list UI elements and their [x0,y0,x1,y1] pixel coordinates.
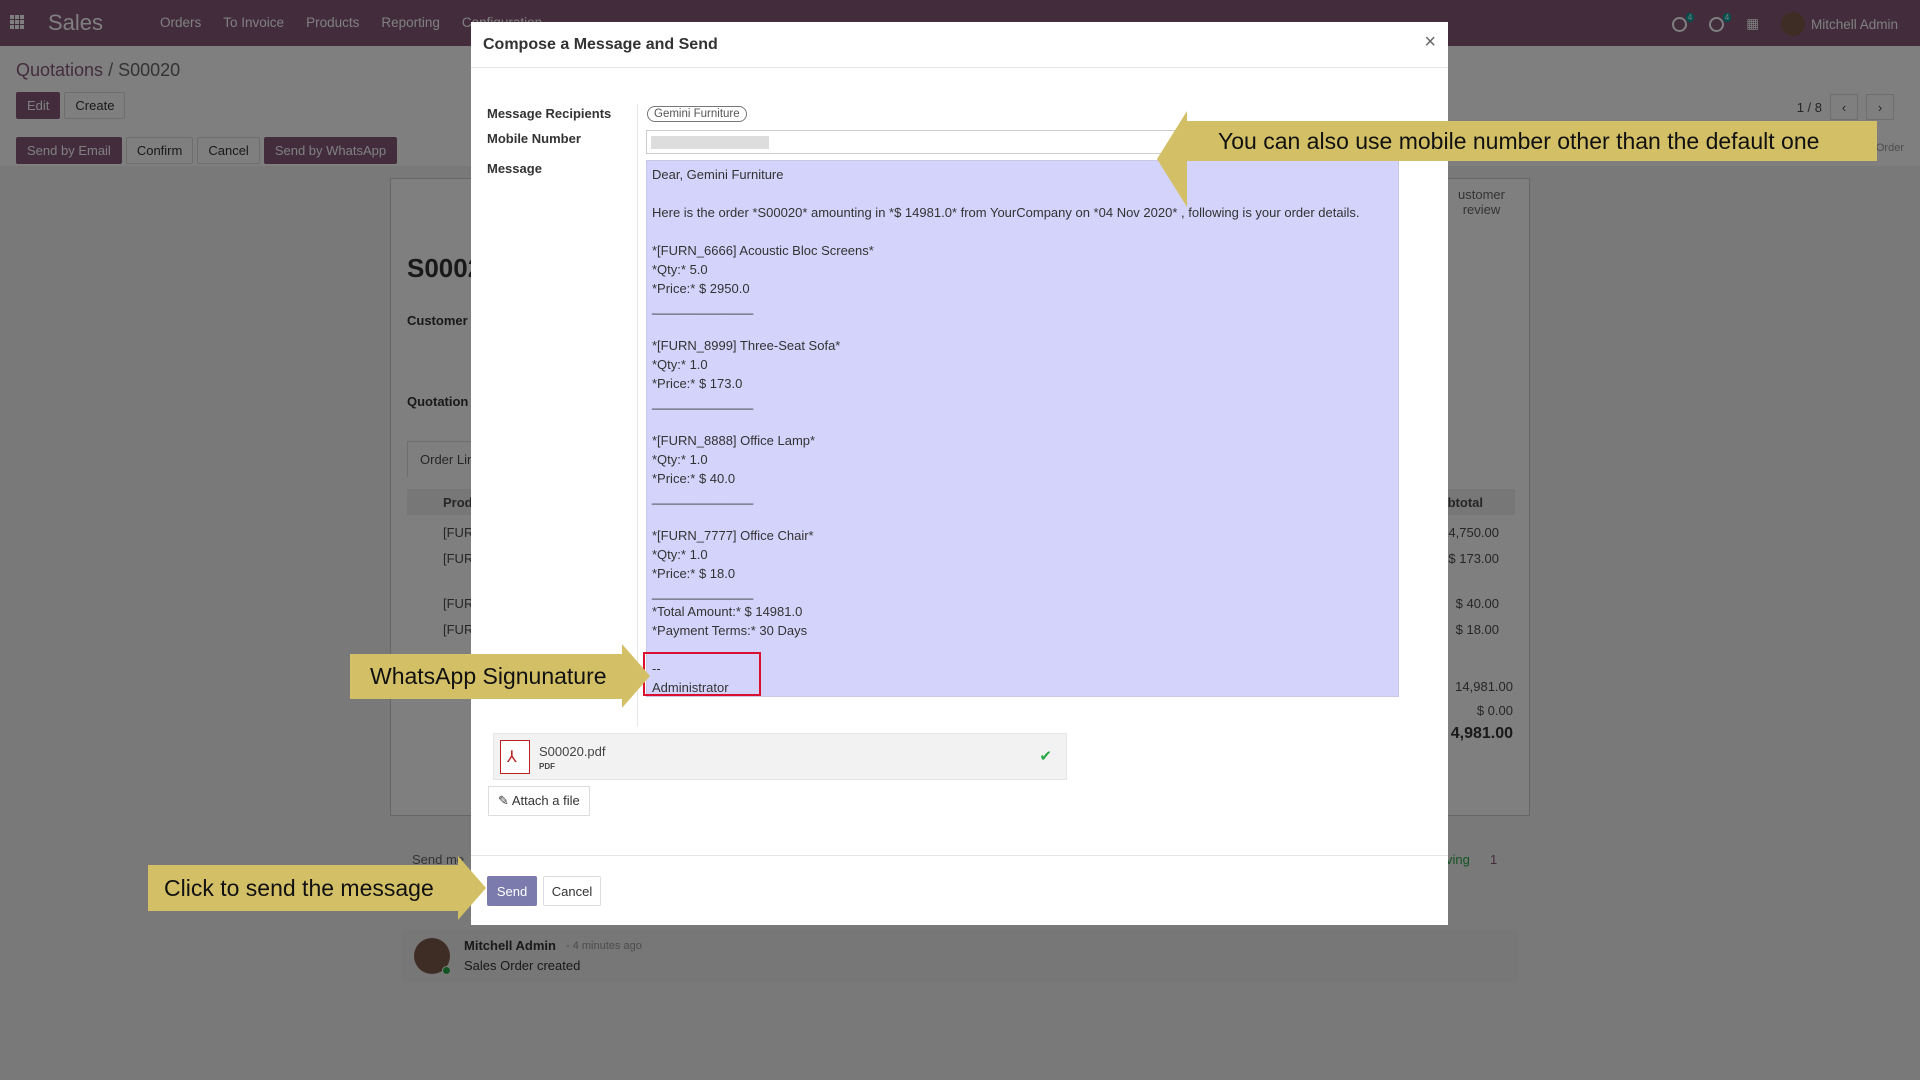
message-textarea[interactable]: Dear, Gemini Furniture Here is the order… [646,160,1399,697]
send-button[interactable]: Send [487,876,537,906]
message-label: Message [487,161,542,176]
attachment-name: S00020.pdf [539,744,606,759]
recipient-tag[interactable]: Gemini Furniture [647,106,747,122]
cancel-button[interactable]: Cancel [543,876,601,906]
attachment-type: PDF [539,762,555,771]
callout-arrow-signature [622,644,650,708]
attach-file-button[interactable]: ✎ Attach a file [488,786,590,816]
dialog-footer: Send Cancel [471,855,1448,925]
mobile-number-input[interactable] [646,130,1211,154]
mobile-number-label: Mobile Number [487,131,581,146]
blurred-mobile-number [651,136,769,149]
attach-file-label: Attach a file [511,793,580,808]
callout-arrow-mobile [1157,111,1187,207]
dialog-header: Compose a Message and Send × [471,22,1448,68]
recipients-label: Message Recipients [487,106,612,121]
callout-arrow-send [458,856,486,920]
check-icon: ✔ [1039,748,1052,765]
attachment-card[interactable]: ⅄ S00020.pdf PDF ✔ [493,733,1067,780]
signature-highlight [643,652,761,696]
dialog-title: Compose a Message and Send [483,36,718,53]
field-separator [637,104,638,727]
callout-send: Click to send the message [148,865,458,911]
close-icon[interactable]: × [1424,32,1436,52]
callout-mobile-number: You can also use mobile number other tha… [1187,121,1877,161]
callout-signature: WhatsApp Signunature [350,654,622,699]
pdf-file-icon: ⅄ [500,740,530,774]
paperclip-icon: ✎ [498,793,509,808]
